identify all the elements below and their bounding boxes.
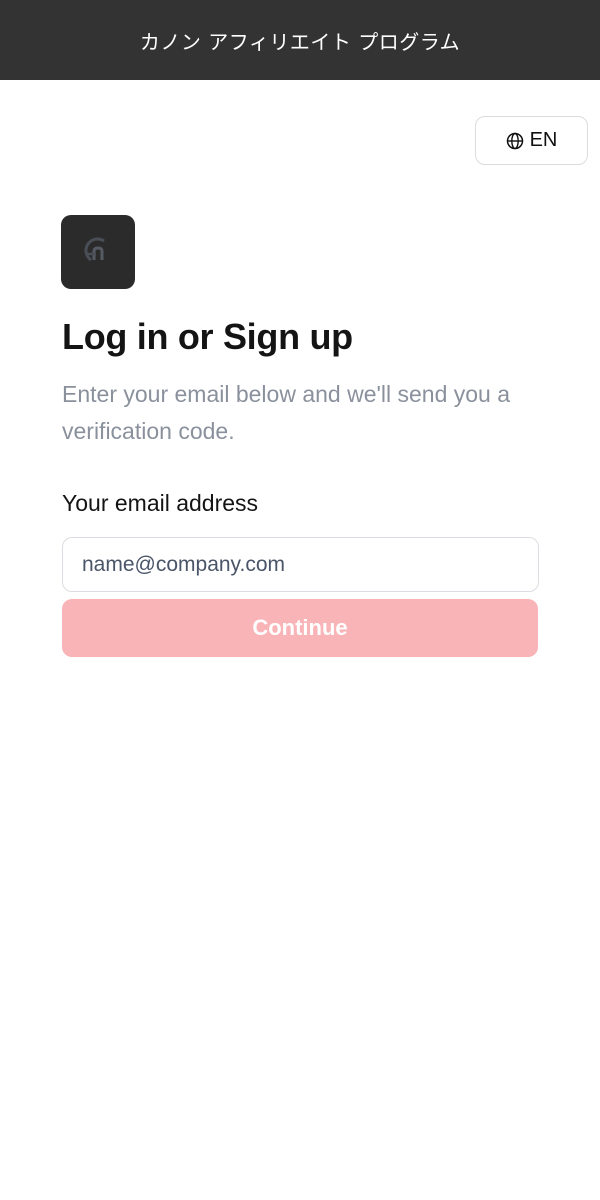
page-subtitle: Enter your email below and we'll send yo… xyxy=(62,381,511,444)
continue-button[interactable]: Continue xyxy=(62,599,538,657)
top-bar: カノン アフィリエイト プログラム xyxy=(0,0,600,80)
email-field[interactable] xyxy=(62,537,539,592)
globe-icon xyxy=(506,132,524,150)
email-label: Your email address xyxy=(62,490,259,516)
language-switch-button[interactable]: EN xyxy=(475,116,588,165)
brand-logo xyxy=(61,215,135,289)
brand-logo-icon xyxy=(80,232,116,273)
language-label: EN xyxy=(529,129,558,151)
page-title: Log in or Sign up xyxy=(62,316,353,357)
program-title: カノン アフィリエイト プログラム xyxy=(139,29,461,54)
